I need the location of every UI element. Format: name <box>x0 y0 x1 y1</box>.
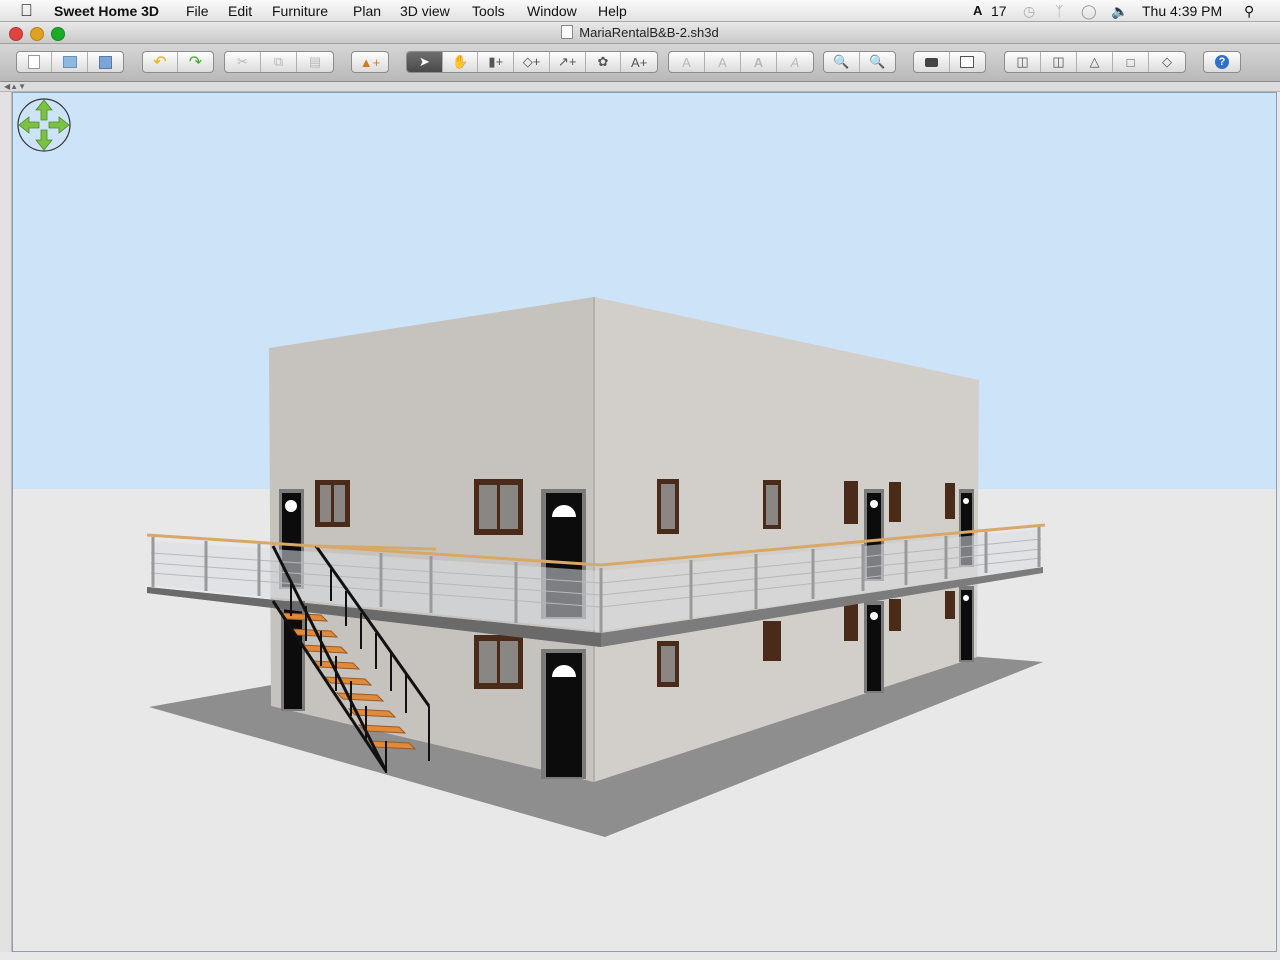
flip-icon[interactable]: △ <box>1077 52 1113 72</box>
toolbar-group-clipboard: ✂ ⧉ ▤ <box>224 51 334 73</box>
menu-3d-view[interactable]: 3D view <box>400 3 450 19</box>
copy-icon[interactable]: ⧉ <box>261 52 297 72</box>
volume-icon[interactable]: 🔈 <box>1111 3 1128 20</box>
bluetooth-icon[interactable]: ᛉ <box>1055 3 1063 19</box>
menu-plan[interactable]: Plan <box>353 3 381 19</box>
undo-icon[interactable]: ↶ <box>143 52 179 72</box>
decrease-text-size-icon[interactable]: A <box>705 52 741 72</box>
menu-bar:  Sweet Home 3D File Edit Furniture Plan… <box>0 0 1280 22</box>
redo-icon[interactable]: ↷ <box>178 52 213 72</box>
left-splitter[interactable] <box>0 92 12 952</box>
menu-tools[interactable]: Tools <box>472 3 505 19</box>
toolbar: ↶ ↷ ✂ ⧉ ▤ ▲+ ➤ ✋ ▮+ ◇+ ↗+ ✿ A+ A A A A 🔍… <box>0 44 1280 82</box>
open-icon[interactable] <box>52 52 88 72</box>
new-home-icon[interactable] <box>17 52 53 72</box>
import-furniture-icon[interactable]: ◫ <box>1005 52 1041 72</box>
plan-3d-splitter[interactable]: ◀▲▼ <box>0 82 1280 92</box>
close-button[interactable] <box>9 27 23 41</box>
create-photo-icon[interactable] <box>914 52 950 72</box>
toolbar-group-zoom: 🔍 🔍 <box>823 51 896 73</box>
3d-view[interactable] <box>12 92 1277 952</box>
italic-text-icon[interactable]: A <box>777 52 813 72</box>
wifi-icon[interactable]: ◯ <box>1081 3 1097 20</box>
modify-compass-icon[interactable]: ◇ <box>1149 52 1185 72</box>
import-library-icon[interactable]: ◫ <box>1041 52 1077 72</box>
toolbar-group-help: ? <box>1203 51 1241 73</box>
toolbar-group-add: ▲+ <box>351 51 389 73</box>
create-dimensions-icon[interactable]: ↗+ <box>550 52 586 72</box>
menu-file[interactable]: File <box>186 3 209 19</box>
zoom-out-icon[interactable]: 🔍 <box>860 52 896 72</box>
toolbar-group-file <box>16 51 124 73</box>
toolbar-group-modes: ➤ ✋ ▮+ ◇+ ↗+ ✿ A+ <box>406 51 658 73</box>
3d-scene[interactable] <box>13 93 1277 952</box>
create-walls-icon[interactable]: ▮+ <box>478 52 515 72</box>
menu-furniture[interactable]: Furniture <box>272 3 328 19</box>
zoom-in-icon[interactable]: 🔍 <box>824 52 860 72</box>
create-rooms-icon[interactable]: ◇+ <box>514 52 550 72</box>
select-mode-icon[interactable]: ➤ <box>407 52 443 72</box>
menubar-clock[interactable]: Thu 4:39 PM <box>1142 3 1222 19</box>
pan-mode-icon[interactable]: ✋ <box>443 52 479 72</box>
zoom-button[interactable] <box>51 27 65 41</box>
increase-text-size-icon[interactable]: A <box>669 52 705 72</box>
app-name-menu[interactable]: Sweet Home 3D <box>54 3 159 19</box>
menu-help[interactable]: Help <box>598 3 627 19</box>
add-text-icon[interactable]: A+ <box>621 52 657 72</box>
toolbar-group-text: A A A A <box>668 51 814 73</box>
adobe-icon[interactable]: A <box>973 3 982 18</box>
save-icon[interactable] <box>88 52 123 72</box>
spotlight-icon[interactable]: ⚲ <box>1244 3 1254 20</box>
document-icon[interactable] <box>561 25 574 39</box>
cut-icon[interactable]: ✂ <box>225 52 261 72</box>
apple-icon[interactable]:  <box>20 1 33 21</box>
create-video-icon[interactable] <box>950 52 986 72</box>
toolbar-group-undo: ↶ ↷ <box>142 51 214 73</box>
help-icon[interactable]: ? <box>1204 52 1240 72</box>
adobe-updates-badge: 17 <box>991 3 1007 19</box>
minimize-button[interactable] <box>30 27 44 41</box>
splitter-arrows-icon[interactable]: ◀▲▼ <box>4 82 26 91</box>
paste-icon[interactable]: ▤ <box>297 52 333 72</box>
bold-text-icon[interactable]: A <box>741 52 777 72</box>
toolbar-group-import: ◫ ◫ △ □ ◇ <box>1004 51 1186 73</box>
time-machine-icon[interactable]: ◷ <box>1023 3 1035 20</box>
window-title: MariaRentalB&B-2.sh3d <box>579 25 719 40</box>
toolbar-group-media <box>913 51 986 73</box>
add-furniture-icon[interactable]: ▲+ <box>352 52 388 72</box>
menu-window[interactable]: Window <box>527 3 577 19</box>
menu-edit[interactable]: Edit <box>228 3 252 19</box>
create-polylines-icon[interactable]: ✿ <box>586 52 622 72</box>
window-title-bar: MariaRentalB&B-2.sh3d <box>0 22 1280 44</box>
navigation-arrows-icon[interactable] <box>16 96 72 154</box>
modify-room-icon[interactable]: □ <box>1113 52 1149 72</box>
window-title-container: MariaRentalB&B-2.sh3d <box>0 25 1280 40</box>
